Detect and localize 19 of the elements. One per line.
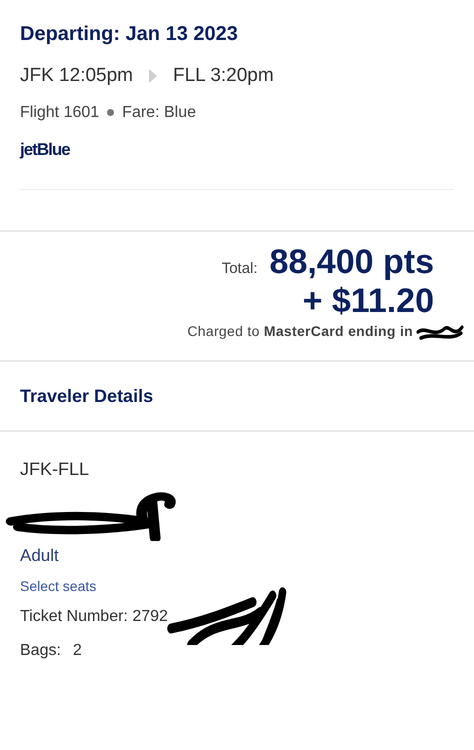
points-total: 88,400 pts xyxy=(270,242,434,282)
departure-title: Departing: Jan 13 2023 xyxy=(20,22,239,47)
route-label: JFK-FLL xyxy=(20,458,90,480)
payment-note: Charged to MasterCard ending in xyxy=(187,322,413,341)
destination-time: FLL 3:20pm xyxy=(173,64,274,88)
airline-logo: jetBlue xyxy=(20,138,70,160)
ticket-number: Ticket Number: 2792 xyxy=(20,608,168,625)
total-label: Total: xyxy=(222,258,258,278)
section-title: Traveler Details xyxy=(19,384,154,408)
select-seats-link[interactable]: Select seats xyxy=(20,576,96,597)
cash-total: + $11.20 xyxy=(302,282,434,320)
dot-icon xyxy=(107,109,114,116)
flight-number: Flight 1601 xyxy=(20,102,100,122)
bags-label: Bags: xyxy=(20,641,61,661)
bags-count: 2 xyxy=(72,641,82,661)
fare-type: Fare: Blue xyxy=(122,102,196,122)
arrow-icon xyxy=(149,69,157,84)
origin-time: JFK 12:05pm xyxy=(20,64,133,88)
passenger-type: Adult xyxy=(20,544,59,566)
